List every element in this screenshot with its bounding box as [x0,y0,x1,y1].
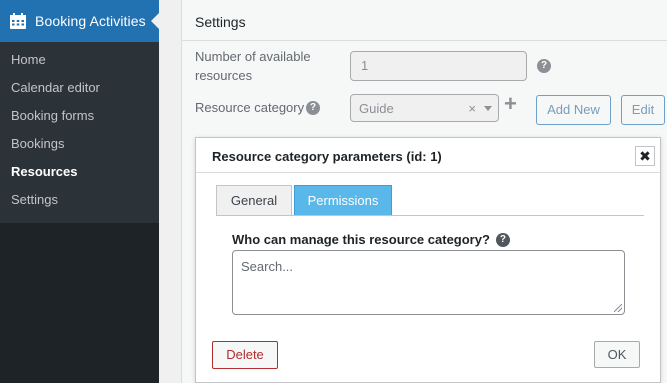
plugin-title: Booking Activities [35,13,146,29]
settings-title: Settings [195,14,246,30]
available-resources-label-line1: Number of available [195,49,311,64]
tab-general[interactable]: General [216,185,292,216]
help-icon[interactable]: ? [537,59,551,73]
dialog-title: Resource category parameters (id: 1) [212,149,442,164]
sidebar-item-bookings[interactable]: Bookings [0,134,159,162]
search-input[interactable]: Search... [232,250,625,315]
resource-category-dialog: Resource category parameters (id: 1) ✖ G… [195,137,661,383]
help-icon[interactable]: ? [495,232,510,247]
resource-category-select[interactable]: Guide × [350,94,499,122]
chevron-down-icon [484,106,492,111]
plus-icon[interactable]: + [504,92,517,116]
search-placeholder: Search... [241,259,294,274]
sidebar-item-resources[interactable]: Resources [0,162,159,190]
calendar-icon [9,12,27,30]
current-menu-arrow [151,13,159,29]
tab-strip-line [216,215,644,216]
available-resources-label: Number of available resources [195,47,311,85]
resource-category-value: Guide [359,101,394,116]
tab-permissions[interactable]: Permissions [294,185,392,216]
sidebar-item-settings[interactable]: Settings [0,190,159,218]
add-new-button[interactable]: Add New [536,95,611,125]
admin-sidebar: Booking Activities Home Calendar editor … [0,0,159,383]
settings-divider [182,40,667,41]
permissions-field-label: Who can manage this resource category? ? [232,232,510,247]
clear-selection-icon[interactable]: × [468,101,476,116]
ok-button[interactable]: OK [594,341,640,368]
sidebar-item-booking-forms[interactable]: Booking forms [0,106,159,134]
dialog-divider [196,172,660,173]
available-resources-input[interactable]: 1 [350,51,527,81]
resource-category-label: Resource category [195,100,305,115]
permissions-field-text: Who can manage this resource category? [232,232,490,247]
resize-handle-icon[interactable] [614,304,622,312]
close-icon[interactable]: ✖ [635,146,655,166]
sidebar-menu-booking-activities[interactable]: Booking Activities [0,0,159,42]
edit-button[interactable]: Edit [621,95,665,125]
delete-button[interactable]: Delete [212,341,278,369]
help-icon[interactable]: ? [306,101,320,115]
sidebar-item-calendar-editor[interactable]: Calendar editor [0,78,159,106]
sidebar-submenu: Home Calendar editor Booking forms Booki… [0,42,159,223]
sidebar-item-home[interactable]: Home [0,50,159,78]
available-resources-label-line2: resources [195,68,253,83]
